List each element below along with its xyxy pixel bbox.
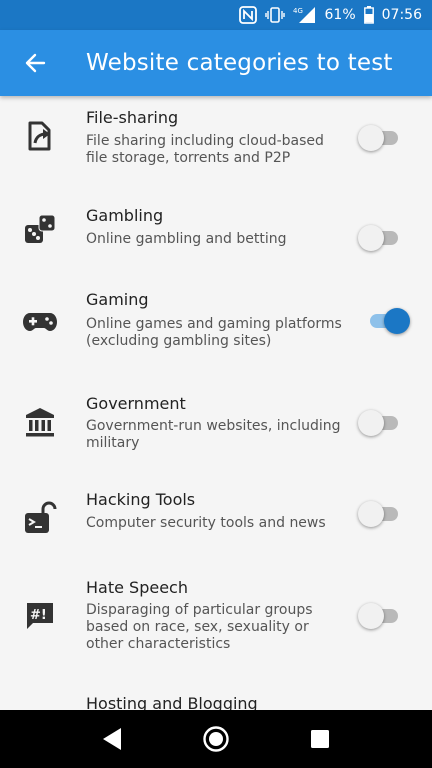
gamepad-icon: [22, 304, 58, 340]
category-name: Government: [86, 394, 186, 413]
nav-home-button[interactable]: [186, 710, 246, 768]
category-description: Computer security tools and news: [86, 515, 326, 531]
toggle-gaming[interactable]: [368, 308, 410, 334]
list-item-hate-speech[interactable]: #! Hate Speech Disparaging of particular…: [0, 576, 432, 686]
toggle-hate-speech[interactable]: [358, 603, 400, 629]
category-name: Gambling: [86, 206, 164, 225]
category-name: Gaming: [86, 290, 149, 309]
page-title: Website categories to test: [86, 50, 393, 76]
category-description: File sharing including cloud-based file …: [86, 133, 324, 166]
toggle-government[interactable]: [358, 410, 400, 436]
dice-icon: [22, 212, 58, 248]
category-list[interactable]: File-sharing File sharing including clou…: [0, 96, 432, 710]
category-description: Disparaging of particular groups based o…: [86, 602, 313, 652]
toggle-file-sharing[interactable]: [358, 125, 400, 151]
clock: 07:56: [381, 7, 422, 23]
back-button[interactable]: [0, 30, 70, 96]
navigation-bar: [0, 710, 432, 768]
list-item-government[interactable]: Government Government-run websites, incl…: [0, 384, 432, 480]
list-item-file-sharing[interactable]: File-sharing File sharing including clou…: [0, 96, 432, 192]
list-item-gaming[interactable]: Gaming Online games and gaming platforms…: [0, 288, 432, 384]
arrow-left-icon: [25, 53, 46, 73]
network-label: 4G: [293, 7, 303, 15]
status-bar: 4G 61% 07:56: [0, 0, 432, 30]
category-name: Hacking Tools: [86, 490, 196, 509]
unlocked-terminal-icon: [22, 500, 58, 536]
svg-text:#!: #!: [30, 608, 47, 623]
recents-nav-icon: [311, 730, 329, 748]
nfc-icon: [238, 6, 257, 24]
battery-percent: 61%: [324, 7, 356, 23]
category-description: Online gambling and betting: [86, 231, 287, 247]
app-bar: Website categories to test: [0, 30, 432, 96]
speech-exclamation-icon: #!: [22, 598, 58, 634]
category-description: Online games and gaming platforms (exclu…: [86, 316, 342, 349]
list-item-hacking-tools[interactable]: Hacking Tools Computer security tools an…: [0, 480, 432, 576]
signal-icon: 4G: [293, 6, 317, 24]
nav-back-button[interactable]: [82, 710, 142, 768]
home-nav-icon: [203, 726, 229, 752]
battery-icon: [363, 6, 374, 24]
category-name: File-sharing: [86, 108, 179, 127]
back-nav-icon: [103, 728, 121, 750]
list-item-hosting-and-blogging[interactable]: Hosting and Blogging: [0, 694, 432, 710]
category-name: Hate Speech: [86, 578, 188, 597]
government-building-icon: [22, 404, 58, 440]
vibrate-icon: [264, 6, 285, 24]
file-share-icon: [22, 118, 58, 154]
category-name: Hosting and Blogging: [86, 694, 258, 710]
toggle-gambling[interactable]: [358, 225, 400, 251]
category-description: Government-run websites, including milit…: [86, 418, 341, 451]
nav-recents-button[interactable]: [290, 710, 350, 768]
list-item-gambling[interactable]: Gambling Online gambling and betting: [0, 192, 432, 272]
toggle-hacking-tools[interactable]: [358, 501, 400, 527]
